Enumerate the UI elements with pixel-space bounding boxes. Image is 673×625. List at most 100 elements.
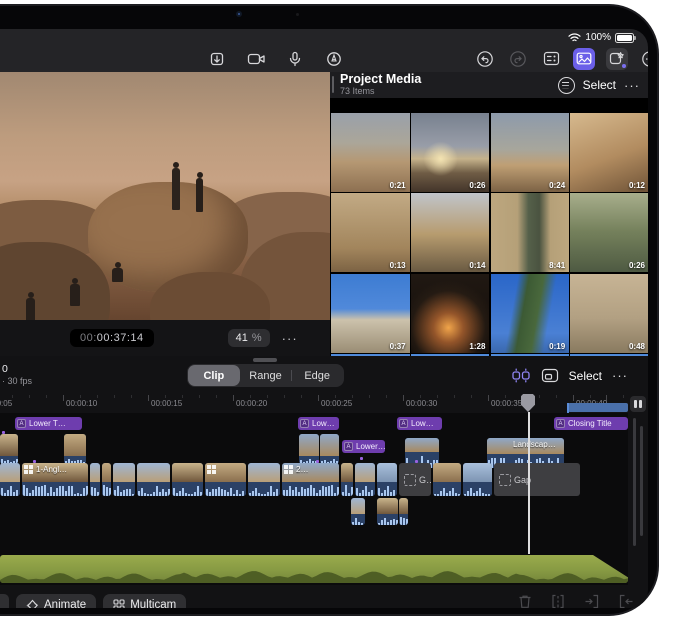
filter-icon[interactable] — [558, 77, 575, 94]
media-thumbnail[interactable]: 8:41 — [491, 193, 570, 272]
animate-icon — [26, 599, 39, 609]
media-thumbnail[interactable]: 0:24 — [491, 113, 570, 192]
media-thumbnail[interactable]: 0:21 — [331, 113, 410, 192]
panel-title: Project Media — [340, 73, 421, 87]
media-panel-header: Project Media 73 Items Select ··· — [330, 72, 648, 98]
video-clip[interactable]: 2… — [282, 463, 339, 496]
title-label: Lower T… — [29, 419, 66, 428]
overlay-view-icon[interactable] — [541, 368, 559, 383]
split-clip-icon — [550, 594, 566, 608]
timeline-scrollbar[interactable] — [633, 418, 636, 546]
video-clip[interactable] — [341, 463, 353, 496]
undo-icon[interactable] — [474, 48, 496, 70]
multicam-badge — [207, 465, 216, 474]
video-clip[interactable] — [433, 463, 461, 496]
person-standing — [172, 168, 180, 210]
video-clip[interactable] — [113, 463, 135, 496]
video-clip[interactable] — [399, 498, 408, 525]
title-clip[interactable]: ALower… — [342, 440, 385, 453]
corner-flourish — [614, 601, 640, 608]
media-thumbnail[interactable]: 0:26 — [411, 113, 490, 192]
tab-range[interactable]: Range — [240, 365, 292, 386]
select-button[interactable]: Select — [583, 78, 616, 92]
video-clip[interactable]: 1-Angl… — [22, 463, 88, 496]
toolbar-center — [206, 45, 345, 72]
clip-duration: 0:26 — [469, 181, 485, 190]
media-thumbnail[interactable]: 1:28 — [411, 274, 490, 353]
media-thumbnail[interactable]: 0:26 — [570, 193, 648, 272]
connection-dot — [33, 460, 36, 463]
marketing-canvas: { "colors":{"accent":"#6b5fe8","clip_blu… — [0, 0, 673, 625]
animate-label: Animate — [44, 599, 86, 608]
playhead-line — [528, 412, 530, 554]
clip-height-icon[interactable] — [630, 396, 646, 412]
zoom-level[interactable]: 41% — [228, 329, 270, 347]
panel-resize-handle[interactable] — [253, 358, 277, 362]
media-thumbnail[interactable]: 0:19 — [491, 274, 570, 353]
ruler-timestamp: 00:00:20 — [236, 399, 267, 408]
video-clip[interactable] — [0, 463, 20, 496]
clip-connect-icon[interactable] — [511, 367, 531, 384]
pencil-draw-icon[interactable] — [323, 48, 345, 70]
media-thumbnail[interactable]: 0:14 — [411, 193, 490, 272]
selected-range-bar[interactable] — [568, 403, 628, 412]
video-clip[interactable] — [377, 463, 397, 496]
video-clip[interactable] — [320, 434, 339, 464]
track-scrollbar[interactable] — [640, 426, 643, 536]
viewer-more-icon[interactable]: ··· — [282, 331, 298, 346]
video-clip[interactable] — [64, 434, 86, 464]
camera-icon[interactable] — [245, 48, 267, 70]
microphone-icon[interactable] — [284, 48, 306, 70]
title-clip[interactable]: ALow… — [397, 417, 442, 430]
import-icon[interactable] — [206, 48, 228, 70]
media-thumbnail[interactable]: 0:37 — [331, 274, 410, 353]
video-clip[interactable] — [205, 463, 246, 496]
video-clip[interactable] — [351, 498, 365, 525]
more-options-icon[interactable] — [639, 48, 648, 70]
gap-clip[interactable]: G… — [399, 463, 431, 496]
media-browser-icon[interactable] — [573, 48, 595, 70]
project-fps: · 30 fps — [2, 376, 32, 387]
timeline-select-button[interactable]: Select — [569, 369, 602, 383]
gap-icon — [499, 474, 511, 486]
video-clip[interactable] — [90, 463, 100, 496]
toolbar-right — [474, 45, 648, 72]
video-clip[interactable] — [355, 463, 375, 496]
video-clip[interactable] — [172, 463, 203, 496]
title-clip[interactable]: AClosing Title — [554, 417, 628, 430]
animate-button[interactable]: Animate — [16, 594, 96, 608]
tab-clip[interactable]: Clip — [188, 365, 240, 386]
video-clip[interactable] — [137, 463, 170, 496]
edge-button-stub[interactable] — [0, 594, 9, 608]
ruler-timestamp: 00:00:35 — [491, 399, 522, 408]
video-clip[interactable] — [248, 463, 280, 496]
effects-titles-icon[interactable] — [606, 48, 628, 70]
media-thumbnail[interactable]: 0:48 — [570, 274, 648, 353]
music-clip[interactable] — [0, 555, 628, 583]
media-thumbnail[interactable]: 0:12 — [570, 113, 648, 192]
timeline-more-icon[interactable]: ··· — [612, 368, 628, 383]
video-clip[interactable] — [377, 498, 398, 525]
multicam-button[interactable]: Multicam — [103, 594, 186, 608]
panel-item-count: 73 Items — [340, 87, 421, 97]
video-clip[interactable] — [463, 463, 492, 496]
title-clip[interactable]: ALower T… — [15, 417, 82, 430]
battery-percent: 100% — [585, 32, 611, 43]
title-label: Low… — [312, 419, 335, 428]
status-bar: 100% — [568, 32, 634, 43]
clip-duration: 0:48 — [629, 342, 645, 351]
video-clip[interactable] — [0, 434, 18, 464]
panel-more-icon[interactable]: ··· — [624, 78, 640, 93]
multicam-badge — [24, 465, 33, 474]
gap-clip[interactable]: Gap — [494, 463, 580, 496]
title-clip[interactable]: ALow… — [298, 417, 339, 430]
clip-duration: 8:41 — [549, 261, 565, 270]
project-media-panel: Project Media 73 Items Select ··· 0:280:… — [330, 72, 648, 356]
timecode-display[interactable]: 00:00:37:14 — [70, 329, 154, 347]
multicam-label: Multicam — [130, 599, 176, 608]
inspector-icon[interactable] — [540, 48, 562, 70]
tab-edge[interactable]: Edge — [291, 365, 343, 386]
media-thumbnail[interactable]: 0:13 — [331, 193, 410, 272]
preview-frame[interactable] — [0, 72, 330, 320]
video-clip[interactable] — [102, 463, 111, 496]
